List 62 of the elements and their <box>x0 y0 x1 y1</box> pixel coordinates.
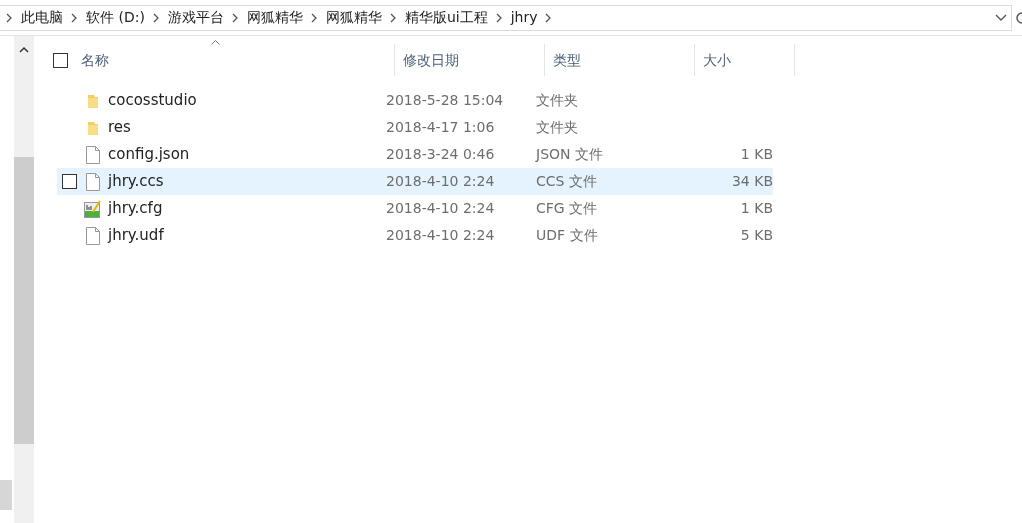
file-size: 5 KB <box>740 226 773 245</box>
scrollbar-track[interactable] <box>14 36 34 523</box>
column-header[interactable]: 类型 <box>553 49 581 71</box>
row-checkbox[interactable] <box>62 174 77 189</box>
document-icon <box>86 226 100 245</box>
modified-date: 2018-4-10 2:24 <box>385 199 496 218</box>
file-name: jhry.cfg <box>108 198 163 220</box>
breadcrumb-item[interactable]: 软件 (D:) <box>86 7 145 28</box>
breadcrumb-item[interactable]: jhry <box>510 7 538 28</box>
file-row[interactable]: jhry.ccs 2018-4-10 2:24 CCS 文件 34 KB <box>57 168 773 195</box>
refresh-icon[interactable] <box>1015 10 1022 25</box>
file-name: jhry.udf <box>108 225 164 247</box>
modified-date: 2018-3-24 0:46 <box>385 145 496 164</box>
dropdown-chevron-icon[interactable] <box>995 13 1007 22</box>
column-header[interactable]: 大小 <box>703 49 731 71</box>
file-type: 文件夹 <box>535 118 579 137</box>
modified-date: 2018-4-10 2:24 <box>385 172 496 191</box>
chevron-right-icon <box>6 12 13 23</box>
modified-date: 2018-4-17 1:06 <box>385 118 496 137</box>
file-row[interactable]: jhry.cfg 2018-4-10 2:24 CFG 文件 1 KB <box>57 195 773 222</box>
file-size: 1 KB <box>740 199 773 218</box>
select-all-checkbox[interactable] <box>53 52 68 68</box>
breadcrumb-item[interactable]: 网狐精华 <box>246 7 303 28</box>
scroll-up-icon[interactable] <box>19 46 29 53</box>
file-row[interactable]: jhry.udf 2018-4-10 2:24 UDF 文件 5 KB <box>57 222 773 249</box>
file-row[interactable]: res 2018-4-17 1:06 文件夹 <box>57 114 773 141</box>
file-name: res <box>108 117 131 139</box>
document-icon <box>86 145 100 164</box>
breadcrumb-item[interactable]: 网狐精华 <box>325 7 382 28</box>
chevron-right-icon <box>71 12 78 23</box>
modified-date: 2018-4-10 2:24 <box>385 226 496 245</box>
file-name: jhry.ccs <box>108 171 164 193</box>
chevron-right-icon <box>231 12 239 23</box>
file-row[interactable]: cocosstudio 2018-5-28 15:04 文件夹 <box>57 87 773 114</box>
modified-date: 2018-5-28 15:04 <box>385 91 505 110</box>
folder-icon <box>87 92 99 109</box>
file-size: 1 KB <box>740 145 773 164</box>
file-type: UDF 文件 <box>535 226 599 245</box>
file-type: CCS 文件 <box>535 172 598 191</box>
breadcrumb-item[interactable]: 游戏平台 <box>167 7 224 28</box>
file-type: JSON 文件 <box>534 145 604 164</box>
sort-caret-icon <box>211 40 220 45</box>
scrollbar-thumb[interactable] <box>14 157 34 444</box>
chevron-right-icon <box>152 12 160 23</box>
breadcrumb-item[interactable]: 此电脑 <box>21 7 63 28</box>
breadcrumb-item[interactable]: 精华版ui工程 <box>404 7 488 28</box>
chart-document-icon <box>84 199 102 218</box>
chevron-right-icon <box>310 12 318 23</box>
column-header[interactable]: 修改日期 <box>403 49 459 71</box>
chevron-right-icon <box>495 12 503 23</box>
chevron-right-icon <box>545 12 553 23</box>
file-type: CFG 文件 <box>535 199 599 218</box>
file-name: config.json <box>108 144 190 166</box>
column-header[interactable]: 名称 <box>81 49 109 71</box>
scrollbar-thumb[interactable] <box>0 480 12 510</box>
chevron-right-icon <box>389 12 397 23</box>
file-size: 34 KB <box>731 172 773 191</box>
document-icon <box>86 172 100 191</box>
folder-icon <box>87 119 99 136</box>
file-row[interactable]: config.json 2018-3-24 0:46 JSON 文件 1 KB <box>57 141 773 168</box>
file-name: cocosstudio <box>108 90 197 112</box>
file-type: 文件夹 <box>535 91 579 110</box>
